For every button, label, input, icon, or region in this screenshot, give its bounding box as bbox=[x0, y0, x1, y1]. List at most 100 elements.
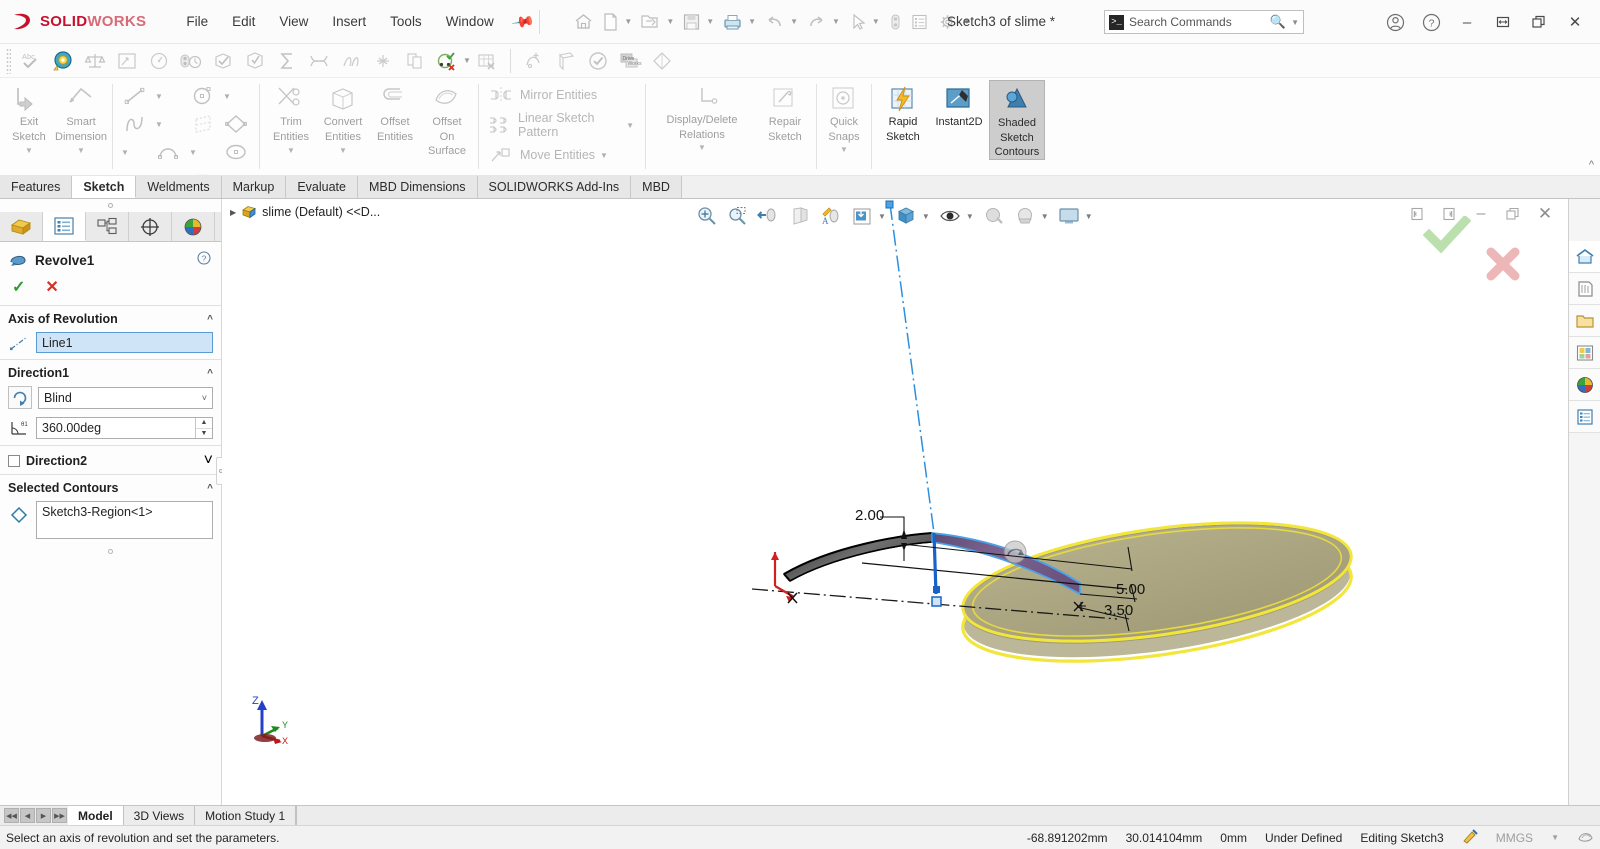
view-orientation-icon[interactable]: A bbox=[816, 203, 846, 229]
pin-icon[interactable]: 📌 bbox=[510, 9, 536, 35]
feature-manager-tab[interactable] bbox=[0, 212, 43, 241]
save-button[interactable] bbox=[678, 10, 705, 34]
print-button[interactable] bbox=[718, 10, 747, 34]
relations-group-dropdown[interactable]: ▼ bbox=[651, 143, 753, 152]
next-tab-icon[interactable]: ▶ bbox=[36, 808, 51, 823]
import-diagnostics-icon[interactable] bbox=[518, 47, 550, 75]
view-selector-dropdown[interactable]: ▼ bbox=[878, 212, 890, 221]
dimxpert-manager-tab[interactable] bbox=[129, 212, 172, 241]
overlay-icon[interactable] bbox=[1577, 829, 1594, 847]
ellipse-tool[interactable] bbox=[220, 138, 254, 166]
direction2-header[interactable]: Direction2 ˅ bbox=[0, 445, 221, 474]
menu-item-window[interactable]: Window bbox=[434, 9, 506, 34]
view-palette-tab[interactable] bbox=[1569, 337, 1600, 369]
heads-up-view-toolbar[interactable]: A ▼ ▼ ▼ ▼ ▼ bbox=[692, 202, 1097, 230]
help-icon[interactable]: ? bbox=[197, 251, 211, 268]
sketch-relations-icon[interactable] bbox=[431, 47, 463, 75]
home-button[interactable] bbox=[569, 10, 598, 34]
trim-entities-button[interactable]: Trim Entities ▼ bbox=[265, 80, 317, 155]
sensor-icon[interactable] bbox=[143, 47, 175, 75]
tab-mbd-dimensions[interactable]: MBD Dimensions bbox=[357, 176, 478, 198]
flyout-feature-tree[interactable]: ▶ slime (Default) <<D... bbox=[230, 204, 380, 220]
spline-tool-dropdown[interactable]: ▼ bbox=[155, 120, 163, 129]
zoom-to-fit-icon[interactable] bbox=[692, 203, 722, 229]
axis-of-revolution-header[interactable]: Axis of Revolution ^ bbox=[0, 305, 221, 330]
restore-button[interactable] bbox=[1486, 8, 1520, 36]
apply-scene-icon[interactable] bbox=[1010, 203, 1040, 229]
custom-properties-tab[interactable] bbox=[1569, 401, 1600, 433]
tab-3d-views[interactable]: 3D Views bbox=[124, 806, 196, 825]
configuration-manager-tab[interactable] bbox=[86, 212, 129, 241]
tab-model[interactable]: Model bbox=[68, 806, 124, 825]
maximize-button[interactable] bbox=[1522, 8, 1556, 36]
zebra-stripes-icon[interactable] bbox=[367, 47, 399, 75]
direction1-header[interactable]: Direction1 ^ bbox=[0, 359, 221, 384]
tab-weldments[interactable]: Weldments bbox=[136, 176, 222, 198]
menu-item-edit[interactable]: Edit bbox=[220, 9, 267, 34]
spline-tool[interactable] bbox=[118, 110, 152, 138]
tab-mbd[interactable]: MBD bbox=[631, 176, 682, 198]
chevron-up-icon[interactable]: ^ bbox=[207, 368, 213, 379]
rapid-sketch-button[interactable]: Rapid Sketch bbox=[877, 80, 929, 143]
convert-entities-button[interactable]: Convert Entities ▼ bbox=[317, 80, 369, 155]
print-dropdown[interactable]: ▼ bbox=[748, 17, 756, 26]
3d-sketch-plane-tool[interactable] bbox=[186, 110, 220, 138]
menu-bar[interactable]: File Edit View Insert Tools Window 📌 bbox=[174, 9, 535, 35]
command-manager-tabs[interactable]: Features Sketch Weldments Markup Evaluat… bbox=[0, 176, 1600, 199]
window-controls[interactable]: ? – ✕ bbox=[1378, 8, 1592, 36]
exit-sketch-button[interactable]: Exit Sketch ▼ bbox=[3, 80, 55, 155]
triangle-right-icon[interactable]: ▶ bbox=[230, 208, 236, 217]
dimension-label-35[interactable]: 3.50 bbox=[1104, 602, 1133, 619]
axis-selection-field[interactable]: Line1 bbox=[36, 332, 213, 353]
line-tool[interactable] bbox=[118, 82, 152, 110]
editing-sketch-icon[interactable] bbox=[1462, 828, 1478, 847]
angle-spinner[interactable]: ▲ ▼ bbox=[195, 418, 212, 438]
view-settings-dropdown[interactable]: ▼ bbox=[1085, 212, 1097, 221]
measure-icon[interactable] bbox=[47, 47, 79, 75]
arc-tool-dropdown[interactable]: ▼ bbox=[189, 148, 197, 157]
cancel-button[interactable]: ✕ bbox=[45, 277, 58, 297]
tab-features[interactable]: Features bbox=[0, 176, 73, 198]
deviation-analysis-icon[interactable] bbox=[335, 47, 367, 75]
property-manager-tab[interactable] bbox=[43, 212, 86, 241]
resources-tab[interactable] bbox=[1569, 241, 1600, 273]
toolbar-grip[interactable] bbox=[6, 47, 11, 74]
document-tabs[interactable]: ◀◀ ◀ ▶ ▶▶ Model 3D Views Motion Study 1 bbox=[0, 805, 1600, 825]
mass-properties-icon[interactable] bbox=[79, 47, 111, 75]
tab-sketch[interactable]: Sketch bbox=[72, 176, 137, 198]
edit-appearance-icon[interactable] bbox=[979, 203, 1009, 229]
angle-value[interactable]: 360.00deg bbox=[37, 421, 195, 435]
rectangle-tool[interactable] bbox=[220, 110, 254, 138]
last-tab-icon[interactable]: ▶▶ bbox=[52, 808, 67, 823]
section-view-icon[interactable] bbox=[785, 203, 815, 229]
slot-tool[interactable] bbox=[186, 166, 220, 175]
check-entity-icon[interactable] bbox=[582, 47, 614, 75]
reverse-direction-icon[interactable] bbox=[8, 386, 32, 409]
graphics-minimize-icon[interactable]: – bbox=[1468, 202, 1494, 226]
quick-snaps-button[interactable]: Quick Snaps bbox=[818, 80, 870, 143]
sum-icon[interactable] bbox=[271, 47, 303, 75]
chevron-up-icon[interactable]: ^ bbox=[207, 314, 213, 325]
minimize-button[interactable]: – bbox=[1450, 8, 1484, 36]
spinner-down-icon[interactable]: ▼ bbox=[196, 429, 212, 439]
symmetry-check-icon[interactable] bbox=[646, 47, 678, 75]
line-tool-dropdown[interactable]: ▼ bbox=[155, 92, 163, 101]
text-tool[interactable]: A bbox=[152, 166, 186, 176]
new-document-dropdown[interactable]: ▼ bbox=[624, 17, 632, 26]
tab-markup[interactable]: Markup bbox=[221, 176, 287, 198]
previous-tab-icon[interactable]: ◀ bbox=[20, 808, 35, 823]
tab-motion-study-1[interactable]: Motion Study 1 bbox=[195, 806, 297, 825]
graphics-close-icon[interactable]: ✕ bbox=[1532, 202, 1558, 226]
account-icon[interactable] bbox=[1378, 8, 1412, 36]
apply-scene-dropdown[interactable]: ▼ bbox=[1041, 212, 1053, 221]
view-selector-icon[interactable] bbox=[847, 203, 877, 229]
status-units[interactable]: MMGS bbox=[1496, 831, 1533, 845]
trim-dropdown[interactable]: ▼ bbox=[287, 146, 295, 155]
file-explorer-tab[interactable] bbox=[1569, 305, 1600, 337]
tab-nav-buttons[interactable]: ◀◀ ◀ ▶ ▶▶ bbox=[4, 806, 68, 825]
menu-item-tools[interactable]: Tools bbox=[378, 9, 434, 34]
move-entities-dropdown[interactable]: ▼ bbox=[600, 151, 614, 160]
graphics-area[interactable]: ▶ slime (Default) <<D... A ▼ ▼ ▼ ▼ ▼ – ✕… bbox=[222, 199, 1568, 805]
panel-left-icon[interactable] bbox=[1404, 202, 1430, 226]
toggle-button[interactable] bbox=[884, 10, 906, 34]
